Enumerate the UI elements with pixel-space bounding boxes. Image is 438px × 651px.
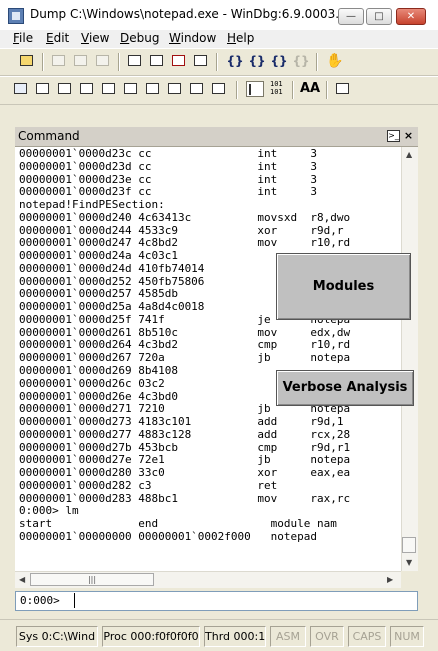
memory-window-icon[interactable] [100,81,118,97]
menu-debug-accel: D [120,31,130,45]
hand-breakpoint-icon[interactable]: ✋ [326,53,344,69]
windbg-app-icon[interactable] [8,8,24,24]
maximize-button[interactable]: □ [366,8,392,25]
output-line: notepad!FindPESection: [19,198,165,212]
menu-view-accel: V [81,31,89,45]
command-prompt: 0:000> [20,594,60,607]
output-line: 00000001`0000d277 4883c128 add rcx,28 [19,427,351,441]
toolbar-separator [316,53,318,71]
step-over-icon[interactable]: {} [248,53,266,69]
menu-help-accel: H [227,31,237,45]
scroll-right-arrow-icon[interactable]: ▶ [387,575,393,584]
menu-window-accel: W [169,31,181,45]
status-thrd: Thrd 000:1 [204,626,266,647]
debug-toolbar: {} {} {} {} ✋ [0,48,438,76]
status-asm: ASM [270,626,306,647]
modules-button[interactable]: Modules [276,253,411,320]
command-pane-title: Command [18,129,80,143]
toolbar-separator [292,81,294,99]
menu-bar: File Edit View Debug Window Help [0,30,438,48]
menu-window-label: indow [180,31,217,45]
output-line: 00000001`0000d273 4183c101 add r9d,1 [19,415,344,429]
scroll-down-arrow-icon[interactable]: ▼ [406,558,412,567]
windows-toolbar: 101 101 AA [0,76,438,105]
toolbar-separator [118,53,120,71]
locals-window-icon[interactable] [56,81,74,97]
status-ovr: OVR [310,626,344,647]
vertical-scrollbar[interactable]: ▲ ▼ [401,147,418,571]
font-icon[interactable]: AA [300,81,320,96]
horizontal-scroll-thumb[interactable]: ||| [30,573,154,586]
toolbar-separator [216,53,218,71]
stop-debugging-icon[interactable] [170,53,188,69]
help-contents-icon[interactable] [334,81,352,97]
title-bar: Dump C:\Windows\notepad.exe - WinDbg:6.9… [0,0,438,31]
source-mode-icon[interactable] [246,81,264,97]
status-num: NUM [390,626,424,647]
status-proc: Proc 000:f0f0f0f0 [102,626,200,647]
source-mode-off-icon[interactable]: 101 101 [270,80,283,96]
window-title: Dump C:\Windows\notepad.exe - WinDbg:6.9… [30,7,378,21]
output-line: 00000001`0000d23d cc int 3 [19,159,318,173]
options-icon[interactable] [210,81,228,97]
cut-icon[interactable] [50,53,68,69]
output-line: 00000001`0000d282 c3 ret [19,478,278,492]
command-pane-header: Command >_ × [15,127,418,147]
menu-view-label: iew [88,31,110,45]
output-line: 00000001`00000000 00000001`0002f000 note… [19,529,318,543]
menu-debug[interactable]: Debug [120,31,159,45]
scratch-pad-icon[interactable] [166,81,184,97]
output-line: 00000001`0000d23c cc int 3 [19,147,318,160]
close-button[interactable]: ✕ [396,8,426,25]
pane-close-icon[interactable]: × [402,130,415,142]
call-stack-window-icon[interactable] [122,81,140,97]
step-out-icon[interactable]: {} [270,53,288,69]
open-icon[interactable] [18,53,36,69]
watch-window-icon[interactable] [34,81,52,97]
output-lines: 00000001`0000d23c cc int 3 00000001`0000d… [19,147,351,544]
output-line: 00000001`0000d280 33c0 xor eax,ea [19,466,351,480]
run-to-cursor-icon[interactable]: {} [292,53,310,69]
menu-help-label: elp [236,31,255,45]
paste-icon[interactable] [94,53,112,69]
pane-dock-icon[interactable]: >_ [387,130,400,142]
verbose-analysis-button[interactable]: Verbose Analysis [276,370,414,406]
restart-icon[interactable] [148,53,166,69]
status-sys: Sys 0:C:\Wind [16,626,98,647]
scrollbar-corner [401,571,418,588]
scroll-up-arrow-icon[interactable]: ▲ [406,150,412,159]
output-line: 00000001`0000d240 4c63413c movsxd r8,dwo [19,210,351,224]
toolbar-separator [236,81,238,99]
minimize-button[interactable]: — [338,8,364,25]
disassembly-window-icon[interactable] [144,81,162,97]
menu-help[interactable]: Help [227,31,254,45]
command-input[interactable] [74,593,415,608]
registers-window-icon[interactable] [78,81,96,97]
command-input-row: 0:000> [15,591,418,611]
processes-threads-icon[interactable] [188,81,206,97]
menu-file-label: ile [19,31,34,45]
menu-debug-label: ebug [129,31,160,45]
command-window-icon[interactable] [12,81,30,97]
copy-icon[interactable] [72,53,90,69]
menu-edit-accel: E [46,31,54,45]
menu-file[interactable]: File [13,31,33,45]
vertical-scroll-thumb[interactable] [402,537,416,553]
step-into-icon[interactable]: {} [226,53,244,69]
menu-edit[interactable]: Edit [46,31,69,45]
toolbar-separator [326,81,328,99]
menu-edit-label: dit [53,31,70,45]
scroll-left-arrow-icon[interactable]: ◀ [19,575,25,584]
menu-view[interactable]: View [81,31,109,45]
status-caps: CAPS [348,626,386,647]
break-icon[interactable] [192,53,210,69]
menu-window[interactable]: Window [169,31,216,45]
status-bar: Sys 0:C:\Wind Proc 000:f0f0f0f0 Thrd 000… [0,619,438,651]
go-icon[interactable] [126,53,144,69]
toolbar-separator [42,53,44,71]
command-output[interactable]: 00000001`0000d23c cc int 3 00000001`0000d… [15,147,401,571]
